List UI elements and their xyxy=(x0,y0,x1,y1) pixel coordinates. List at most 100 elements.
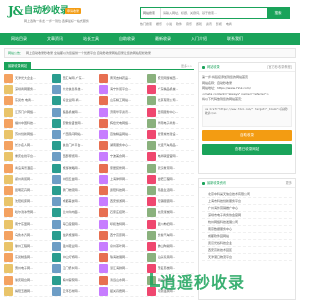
site-link[interactable]: 石家庄招聘... xyxy=(99,208,145,218)
site-link[interactable]: 南宁东盟网... xyxy=(4,219,50,229)
site-link[interactable]: 惠州电子网... xyxy=(4,264,50,274)
site-link[interactable]: 温州鞋业网... xyxy=(51,242,98,251)
news-list-item[interactable]: 南京数据服务中心 xyxy=(202,226,292,233)
news-list-item[interactable]: 广州海外营销推广中心 xyxy=(202,205,292,212)
site-link[interactable]: 太原煤炭网... xyxy=(146,208,193,218)
site-link[interactable]: 中国五金网... xyxy=(51,174,98,184)
site-link[interactable]: 梅州客家网... xyxy=(51,275,98,285)
site-link[interactable]: 黄河吉林药品... xyxy=(99,74,145,83)
site-link[interactable]: 哈尔滨冰雪网... xyxy=(4,208,50,218)
site-link[interactable]: 郑州商贸网... xyxy=(4,174,50,184)
site-link[interactable]: 肇庆砚台网... xyxy=(4,275,50,285)
site-link[interactable]: 昆明花卉网... xyxy=(4,186,50,195)
site-link[interactable]: 江苏门户网络... xyxy=(4,107,50,117)
site-link[interactable]: 天津光大企业... xyxy=(4,74,50,83)
search-button[interactable]: 搜索 xyxy=(267,8,289,18)
site-link[interactable]: 合肥工程网... xyxy=(146,174,193,184)
site-link[interactable]: 西部博览网... xyxy=(51,152,98,162)
nav-item-latest[interactable]: 最新收录 xyxy=(148,33,178,45)
site-link[interactable]: 西宁高原网... xyxy=(99,230,145,240)
site-link[interactable]: 福州中国科技... xyxy=(4,118,50,128)
hot-keyword-link[interactable]: 影视 xyxy=(216,22,222,26)
news-list-item[interactable]: 北京中科昊天信息技术有限公司 xyxy=(202,191,292,198)
search-type-select[interactable]: 网站搜索 xyxy=(141,8,161,18)
site-link[interactable]: 聚天网游城西... xyxy=(146,74,193,83)
site-link[interactable]: 西安旅游网... xyxy=(99,197,145,207)
news-list-item[interactable]: 武汉光谷科技企业 xyxy=(202,240,292,247)
hot-keyword-link[interactable]: 游戏 xyxy=(196,22,202,26)
site-logo[interactable]: J& 自动秒收录 申请收录 网上选购一条龙·一步一到位·选择最好一站式服务 xyxy=(8,3,103,27)
nav-item-intro[interactable]: 入门介绍 xyxy=(184,33,214,45)
site-link[interactable]: 武汉教育网... xyxy=(146,163,193,173)
site-link[interactable]: 无锡服装网... xyxy=(146,197,193,207)
site-link[interactable]: 拉萨旅游网... xyxy=(51,230,98,240)
hot-keyword-link[interactable]: 音乐 xyxy=(186,22,192,26)
site-link[interactable]: 青岛海景酒店... xyxy=(4,163,50,173)
site-link[interactable]: 旅游攻略网... xyxy=(51,163,98,173)
site-link[interactable]: 银川枸杞网... xyxy=(146,219,193,229)
nav-item-tools[interactable]: 站长工具 xyxy=(76,33,106,45)
site-link[interactable]: 广东精品机械... xyxy=(146,85,193,95)
self-submit-button[interactable]: 自助收录 xyxy=(202,129,292,141)
site-link[interactable]: 东莞制造网... xyxy=(4,253,50,263)
site-link[interactable]: 揭阳玉器网... xyxy=(4,286,50,296)
nav-item-directory[interactable]: 网站目录 xyxy=(4,33,34,45)
site-link[interactable]: 宁波美食网... xyxy=(99,152,145,162)
site-link[interactable]: 清远山水网... xyxy=(99,275,145,285)
site-link[interactable]: 湖南服务中心... xyxy=(99,141,145,151)
nav-item-submit[interactable]: 自助收录 xyxy=(112,33,142,45)
site-link[interactable]: 信息门户平台... xyxy=(51,141,98,151)
news-list-item[interactable]: 杭州网络科技发展公司 xyxy=(202,219,292,226)
site-link[interactable]: 深圳商网服务... xyxy=(4,85,50,95)
site-link[interactable]: 中山灯饰网... xyxy=(51,253,98,263)
site-link[interactable]: 恒昌机械网-... xyxy=(51,107,98,117)
panel-more-link[interactable]: 更多>> xyxy=(181,62,192,70)
site-link[interactable]: 广西民间网站... xyxy=(51,130,98,139)
site-link[interactable]: 西汇车网-广东... xyxy=(51,74,98,83)
link-code-block[interactable]: <a href="https://www.72ul.com/" target="… xyxy=(202,104,292,127)
view-included-button[interactable]: 查看已收录网站 xyxy=(202,143,292,155)
site-link[interactable]: 海宁外贸平台... xyxy=(99,85,145,95)
site-link[interactable]: 江门侨乡网... xyxy=(51,264,98,274)
site-link[interactable]: 成都美食网... xyxy=(51,197,98,207)
hot-keyword-link[interactable]: 电商 xyxy=(226,22,232,26)
site-link[interactable]: 济南华宇资讯... xyxy=(99,107,145,117)
site-link[interactable]: 百信精品网站... xyxy=(99,130,145,139)
site-link[interactable]: 乌鲁木齐网... xyxy=(4,230,50,240)
nav-item-articles[interactable]: 文章资讯 xyxy=(40,33,70,45)
site-link[interactable]: 呼和浩特网... xyxy=(99,219,145,229)
site-link[interactable]: 安徽省盛世网... xyxy=(51,118,98,128)
site-link[interactable]: 汕头玩具网... xyxy=(146,253,193,263)
site-link[interactable]: 智慧城市建设... xyxy=(146,130,193,139)
site-link[interactable]: 佛山陶瓷网... xyxy=(146,242,193,251)
site-link[interactable]: 兰州牛肉面... xyxy=(51,208,98,218)
site-link[interactable]: 上海律师网... xyxy=(99,174,145,184)
news-list-item[interactable]: 西安高新技术园区 xyxy=(202,247,292,254)
news-list-item[interactable]: 成都软件园网站 xyxy=(202,233,292,240)
site-link[interactable]: 云浮石材网... xyxy=(51,286,98,296)
site-link[interactable]: 苏州创新网络... xyxy=(4,130,50,139)
site-link[interactable]: 重庆在线平台... xyxy=(4,152,50,162)
site-link[interactable]: 大连汽车用品... xyxy=(146,141,193,151)
site-link[interactable]: 海口度假网... xyxy=(51,219,98,229)
site-link[interactable]: 日照服务中心... xyxy=(146,107,193,117)
site-link[interactable]: 好企业网-商... xyxy=(51,96,98,106)
site-link[interactable]: 北京有限公司... xyxy=(146,96,193,106)
site-link[interactable]: 大北信息科技... xyxy=(51,85,98,95)
site-link[interactable]: 泉州茶叶网... xyxy=(99,242,145,251)
site-link[interactable]: 韶关丹霞网... xyxy=(99,286,145,296)
search-input[interactable] xyxy=(163,9,268,17)
site-link[interactable]: 湛江海鲜网... xyxy=(99,264,145,274)
site-link[interactable]: 家居装修网... xyxy=(99,163,145,173)
news-list-item[interactable]: 上海市科技创新服务平台 xyxy=(202,198,292,205)
site-link[interactable]: 电商联盟官网... xyxy=(146,152,193,162)
news-list-item[interactable]: 深圳市电子商务协会官网 xyxy=(202,212,292,219)
site-link[interactable]: 辉煌光电网络... xyxy=(99,118,145,128)
site-link[interactable]: 东莞市 电商... xyxy=(4,96,50,106)
site-link[interactable]: 沈阳机床网... xyxy=(4,197,50,207)
nav-item-contact[interactable]: 联系我们 xyxy=(220,33,250,45)
notice-text[interactable]: 网上自动收录秒收录 全站都以为您提供一个优质平台 自动秒收录网站目录让您的网站轻… xyxy=(26,51,151,55)
site-link[interactable]: 珠海航展网... xyxy=(99,253,145,263)
site-link[interactable]: 长春汽车网... xyxy=(146,230,193,240)
news-list-item[interactable]: 天津港口物流平台 xyxy=(202,254,292,261)
